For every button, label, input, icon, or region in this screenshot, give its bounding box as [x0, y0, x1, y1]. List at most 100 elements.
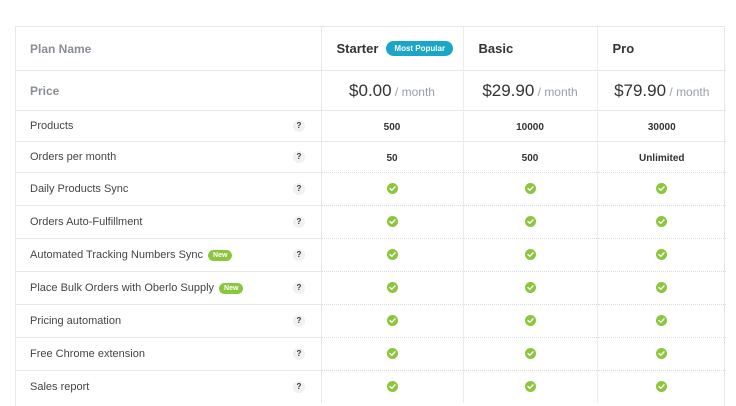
feature-label-cell: Products? [16, 110, 322, 142]
check-icon [386, 183, 398, 195]
check-icon [656, 216, 668, 228]
feature-row: Automated Tracking Numbers Sync New? [16, 238, 726, 272]
check-icon [656, 282, 668, 294]
check-icon [524, 381, 536, 393]
feature-label-cell: Automated Tracking Numbers Sync New? [16, 238, 322, 272]
feature-value-cell: 500 [463, 141, 598, 173]
feature-label: Orders Auto-Fulfillment [30, 216, 143, 228]
feature-value: 500 [521, 153, 539, 164]
help-icon[interactable]: ? [293, 216, 305, 228]
price-amount: $29.90 [482, 80, 535, 100]
feature-row: Sales report? [16, 370, 726, 403]
feature-value-cell [321, 337, 464, 371]
feature-value-cell [463, 304, 598, 338]
check-icon [656, 249, 668, 261]
plan-name-label: Plan Name [30, 41, 92, 56]
check-icon [524, 282, 536, 294]
check-icon [386, 381, 398, 393]
check-icon [656, 183, 668, 195]
feature-value-cell [597, 172, 726, 206]
pricing-table: Plan Name Starter Most Popular Basic Pro … [15, 26, 726, 406]
price-period: / month [666, 84, 710, 99]
feature-value-cell [321, 238, 464, 272]
feature-value-cell [597, 304, 726, 338]
feature-row: Orders per month? 50 500 Unlimited [16, 141, 726, 173]
plan-name-row: Plan Name Starter Most Popular Basic Pro [16, 27, 726, 71]
feature-value-cell [463, 238, 598, 272]
check-icon [386, 348, 398, 360]
feature-value: 500 [383, 122, 401, 133]
feature-label: Place Bulk Orders with Oberlo Supply [30, 282, 215, 294]
check-icon [524, 249, 536, 261]
plan-starter-name: Starter [336, 41, 379, 56]
feature-value-cell [463, 337, 598, 371]
feature-row: Orders Auto-Fulfillment? [16, 205, 726, 239]
feature-label-cell: Place Bulk Orders with Oberlo Supply New? [16, 271, 322, 305]
feature-value-cell [597, 271, 726, 305]
feature-value-cell: 50 [321, 141, 464, 173]
price-starter: $0.00 / month [321, 70, 464, 111]
help-icon[interactable]: ? [293, 315, 305, 327]
feature-value-cell: 500 [321, 110, 464, 142]
feature-value-cell [321, 205, 464, 239]
feature-value-cell [321, 271, 464, 305]
feature-value-cell: Unlimited [597, 141, 726, 173]
help-icon[interactable]: ? [293, 348, 305, 360]
check-icon [386, 315, 398, 327]
plan-basic-name: Basic [478, 41, 514, 56]
feature-value-cell [597, 238, 726, 272]
check-icon [524, 183, 536, 195]
check-icon [656, 315, 668, 327]
price-basic: $29.90 / month [463, 70, 598, 111]
feature-value-cell: 30000 [597, 110, 726, 142]
help-icon[interactable]: ? [293, 120, 305, 132]
feature-value-cell [321, 304, 464, 338]
price-period: / month [534, 84, 578, 99]
feature-label: Free Chrome extension [30, 348, 145, 360]
feature-value-cell [597, 205, 726, 239]
check-icon [656, 348, 668, 360]
check-icon [524, 348, 536, 360]
help-icon[interactable]: ? [293, 282, 305, 294]
feature-row: Pricing automation? [16, 304, 726, 338]
feature-label-cell: Free Chrome extension? [16, 337, 322, 371]
check-icon [656, 381, 668, 393]
feature-label: Products [30, 120, 74, 132]
check-icon [386, 249, 398, 261]
feature-rows: Products? 500 10000 30000 Orders per month? 5… [16, 110, 726, 403]
feature-value-cell: 10000 [463, 110, 598, 142]
plan-pro-header: Pro [597, 27, 726, 71]
help-icon[interactable]: ? [293, 183, 305, 195]
feature-label-cell: Orders Auto-Fulfillment? [16, 205, 322, 239]
price-label: Price [30, 83, 60, 98]
feature-label-cell: Daily Products Sync? [16, 172, 322, 206]
feature-row: Daily Products Sync? [16, 172, 726, 206]
feature-label: Daily Products Sync [30, 183, 129, 195]
feature-value-cell [463, 172, 598, 206]
feature-row: Products? 500 10000 30000 [16, 110, 726, 142]
help-icon[interactable]: ? [293, 151, 305, 163]
feature-value: Unlimited [638, 153, 685, 164]
feature-value: 10000 [516, 122, 544, 133]
check-icon [524, 216, 536, 228]
feature-value: 30000 [647, 122, 676, 133]
price-label-cell: Price [16, 70, 322, 111]
help-icon[interactable]: ? [293, 381, 305, 393]
feature-value-cell [321, 370, 464, 403]
feature-label-cell: Pricing automation? [16, 304, 322, 338]
feature-label: Orders per month [30, 151, 117, 163]
plan-pro-name: Pro [612, 41, 635, 56]
price-amount: $79.90 [614, 80, 667, 100]
check-icon [524, 315, 536, 327]
feature-row: Place Bulk Orders with Oberlo Supply New? [16, 271, 726, 305]
feature-value-cell [463, 370, 598, 403]
check-icon [386, 282, 398, 294]
feature-value-cell [597, 337, 726, 371]
plan-starter-header: Starter Most Popular [321, 27, 464, 71]
help-icon[interactable]: ? [293, 249, 305, 261]
price-pro: $79.90 / month [597, 70, 726, 111]
plan-name-cell: Plan Name [16, 27, 322, 71]
feature-value-cell [463, 271, 598, 305]
feature-label: Pricing automation [30, 315, 122, 327]
price-amount: $0.00 [349, 80, 392, 100]
